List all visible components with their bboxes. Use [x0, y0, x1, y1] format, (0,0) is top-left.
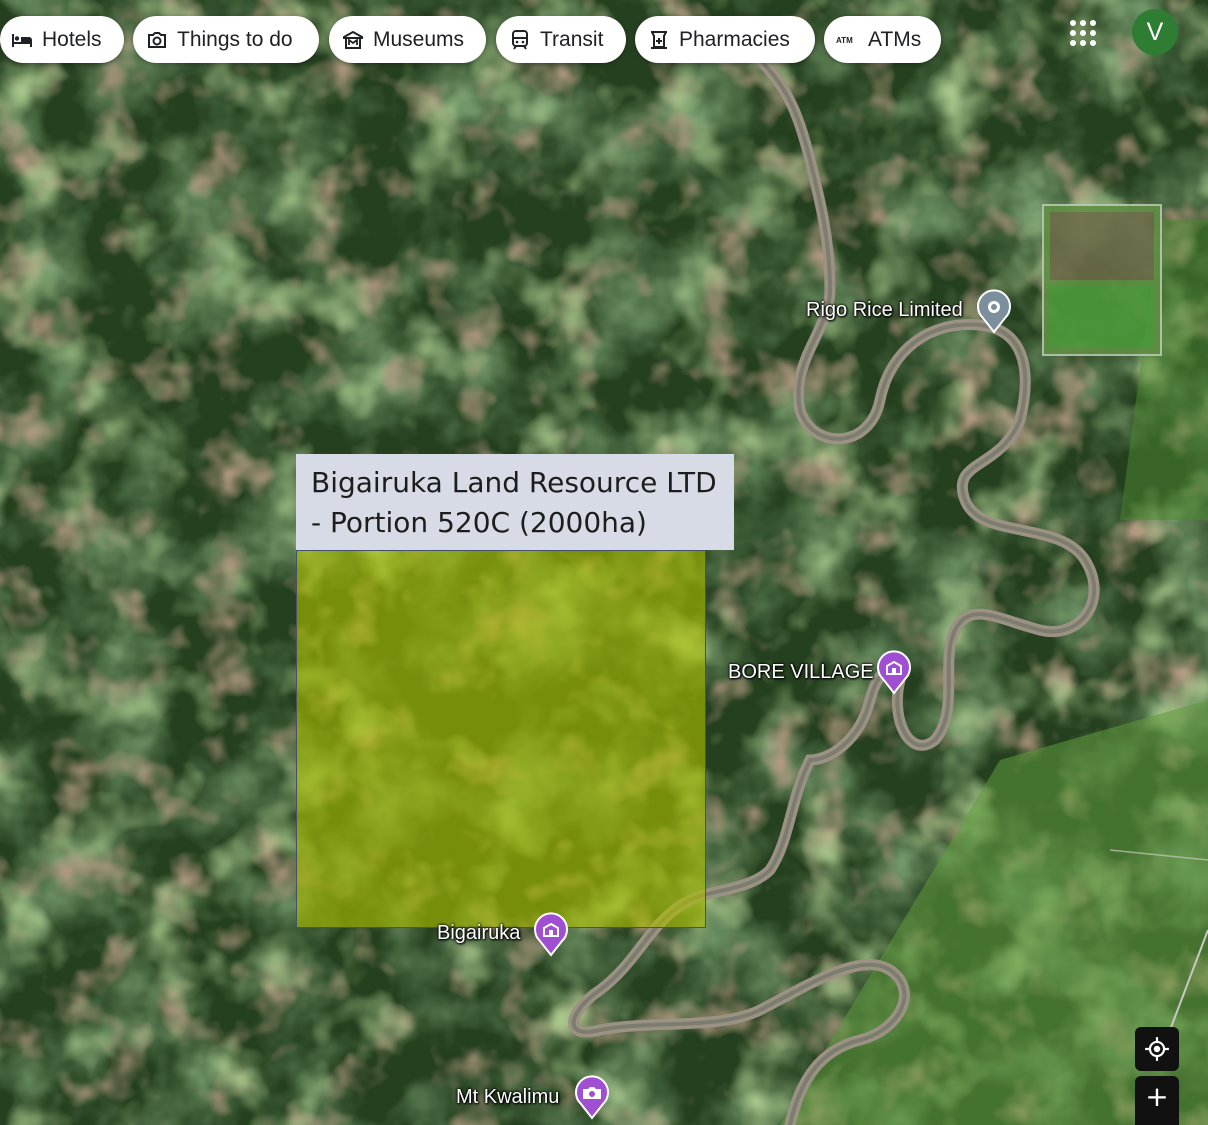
atm-icon: ATM — [836, 28, 860, 52]
pharmacy-icon — [647, 28, 671, 52]
account-avatar[interactable]: V — [1132, 9, 1178, 55]
chip-things-to-do[interactable]: Things to do — [133, 16, 319, 63]
chip-label: Transit — [540, 27, 604, 51]
svg-text:ATM: ATM — [836, 36, 853, 45]
bed-icon — [10, 28, 34, 52]
place-label-rigo-rice[interactable]: Rigo Rice Limited — [806, 299, 963, 322]
chip-transit[interactable]: Transit — [496, 16, 626, 63]
chip-label: Pharmacies — [679, 27, 790, 51]
chip-pharmacies[interactable]: Pharmacies — [635, 16, 815, 63]
chip-label: Things to do — [177, 27, 293, 51]
chip-label: ATMs — [868, 27, 922, 51]
place-label-bigairuka[interactable]: Bigairuka — [437, 922, 520, 945]
camera-icon — [145, 28, 169, 52]
chip-museums[interactable]: Museums — [329, 16, 486, 63]
chip-hotels[interactable]: Hotels — [0, 16, 124, 63]
place-label-bore-village[interactable]: BORE VILLAGE — [728, 661, 874, 684]
village-pin-icon[interactable] — [875, 649, 913, 695]
parcel-callout: Bigairuka Land Resource LTD - Portion 52… — [296, 454, 734, 550]
land-parcel-overlay[interactable] — [296, 550, 706, 928]
my-location-button[interactable] — [1135, 1027, 1179, 1071]
callout-text: Bigairuka Land Resource LTD - Portion 52… — [311, 466, 717, 539]
camera-pin-icon[interactable] — [573, 1074, 611, 1120]
rice-field — [1042, 204, 1162, 356]
train-icon — [508, 28, 532, 52]
chip-label: Museums — [373, 27, 465, 51]
my-location-icon — [1145, 1037, 1169, 1061]
zoom-in-label: + — [1145, 1080, 1169, 1113]
chip-label: Hotels — [42, 27, 102, 51]
museum-icon — [341, 28, 365, 52]
village-pin-icon[interactable] — [532, 911, 570, 957]
chip-atms[interactable]: ATM ATMs — [824, 16, 941, 63]
place-pin-icon[interactable] — [975, 288, 1013, 334]
apps-grid-icon[interactable] — [1066, 16, 1100, 50]
zoom-in-button[interactable]: + — [1135, 1076, 1179, 1125]
place-label-mt-kwalimu[interactable]: Mt Kwalimu — [456, 1086, 559, 1109]
